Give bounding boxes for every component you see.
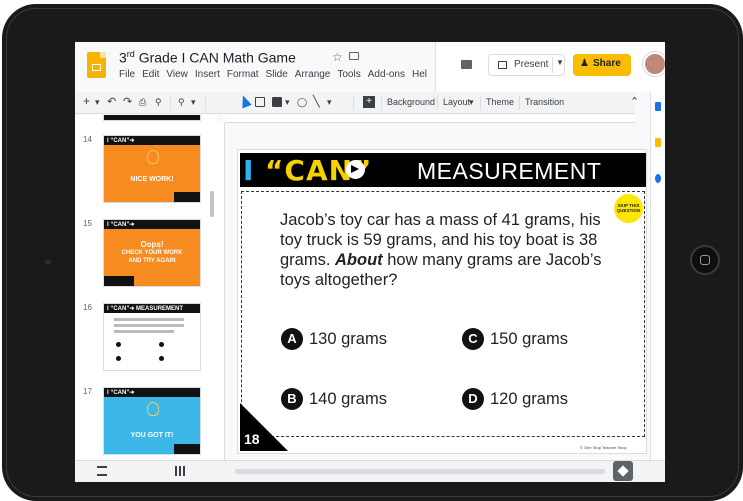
filmstrip-scrollbar[interactable] — [210, 191, 214, 217]
home-square-icon — [700, 255, 710, 265]
horizontal-ruler[interactable] — [225, 115, 635, 123]
undo-icon[interactable]: ↶ — [107, 95, 116, 108]
paint-format-icon[interactable]: ⚲ — [155, 97, 162, 108]
explore-icon[interactable] — [613, 461, 633, 481]
answer-b[interactable]: B 140 grams — [281, 388, 387, 410]
menu-insert[interactable]: Insert — [195, 69, 220, 80]
tasks-addon-icon[interactable] — [655, 174, 661, 183]
menu-help[interactable]: Hel — [412, 69, 427, 80]
text-box-icon[interactable] — [255, 97, 265, 107]
keep-addon-icon[interactable] — [655, 138, 661, 147]
front-camera — [45, 259, 51, 265]
menu-format[interactable]: Format — [227, 69, 259, 80]
google-slides-logo-icon[interactable] — [87, 52, 106, 78]
line-icon[interactable]: ╲ — [313, 95, 320, 108]
menu-view[interactable]: View — [166, 69, 188, 80]
menu-arrange[interactable]: Arrange — [295, 69, 331, 80]
document-title[interactable]: 3rd Grade I CAN Math Game — [119, 49, 296, 66]
layout-button[interactable]: Layout — [443, 97, 470, 107]
lightbulb-icon — [147, 150, 159, 164]
question-text: Jacob’s toy car has a mass of 41 grams, … — [280, 211, 602, 289]
slide-header: I “CAN” MEASUREMENT — [240, 153, 646, 187]
copyright-text: © One Stop Teacher Shop — [580, 445, 627, 450]
menu-edit[interactable]: Edit — [142, 69, 159, 80]
slide-number: 15 — [83, 219, 92, 228]
header-actions: Present ▼ ♟ Share — [435, 42, 665, 92]
current-slide[interactable]: I “CAN” MEASUREMENT SKIP THIS QUESTION Ja… — [237, 149, 647, 454]
tablet-device: 3rd Grade I CAN Math Game ☆ File Edit View… — [0, 4, 743, 501]
add-comment-icon[interactable]: + — [363, 96, 375, 108]
slide-number: 16 — [83, 303, 92, 312]
side-panel — [650, 92, 665, 460]
zoom-icon[interactable]: ⚲ — [178, 97, 185, 108]
image-dropdown-icon[interactable]: ▾ — [285, 97, 290, 108]
menu-file[interactable]: File — [119, 69, 135, 80]
new-slide-icon[interactable]: + — [83, 94, 90, 108]
answer-c[interactable]: C 150 grams — [462, 328, 568, 350]
lightbulb-icon — [147, 402, 159, 416]
present-icon — [498, 61, 507, 69]
redo-icon[interactable]: ↷ — [123, 95, 132, 108]
slide-filmstrip: 14 I “CAN”➜ NICE WORK! 15 I “CAN”➜ Oops!… — [75, 115, 217, 460]
select-cursor-icon[interactable] — [238, 93, 252, 109]
slide-thumbnail-17[interactable]: I “CAN”➜ YOU GOT IT! — [103, 387, 201, 455]
layout-dropdown-icon[interactable]: ▾ — [469, 97, 474, 108]
slide-thumbnail-14[interactable]: I “CAN”➜ NICE WORK! — [103, 135, 201, 203]
share-button[interactable]: ♟ Share — [573, 54, 631, 76]
move-to-folder-icon[interactable] — [349, 52, 359, 60]
slide-number-label: 18 — [244, 431, 260, 447]
menu-slide[interactable]: Slide — [266, 69, 288, 80]
slide-number: 17 — [83, 387, 92, 396]
image-icon[interactable] — [272, 97, 282, 107]
lock-person-icon: ♟ — [580, 58, 589, 69]
slide-number: 14 — [83, 135, 92, 144]
star-icon[interactable]: ☆ — [332, 50, 343, 64]
zoom-dropdown-icon[interactable]: ▾ — [191, 97, 196, 108]
logo-i: I — [243, 154, 254, 187]
theme-button[interactable]: Theme — [486, 97, 514, 107]
slide-thumbnail-15[interactable]: I “CAN”➜ Oops! CHECK YOUR WORK AND TRY A… — [103, 219, 201, 287]
bottom-bar — [75, 460, 665, 482]
slide-title: MEASUREMENT — [417, 158, 602, 184]
answer-d[interactable]: D 120 grams — [462, 388, 568, 410]
slide-thumbnail-13[interactable] — [103, 115, 201, 121]
print-icon[interactable]: ⎙ — [139, 97, 146, 108]
horizontal-scrollbar[interactable] — [235, 469, 605, 474]
arrow-right-icon — [346, 160, 365, 179]
slide-thumbnail-16[interactable]: I “CAN”➜ MEASUREMENT — [103, 303, 201, 371]
line-dropdown-icon[interactable]: ▾ — [327, 97, 332, 108]
avatar[interactable] — [643, 52, 665, 76]
present-button[interactable]: Present ▼ — [488, 54, 565, 76]
menu-tools[interactable]: Tools — [337, 69, 360, 80]
filmstrip-view-icon[interactable] — [175, 466, 185, 476]
grid-view-icon[interactable] — [97, 466, 107, 476]
transition-button[interactable]: Transition — [525, 97, 564, 107]
collapse-toolbar-icon[interactable]: ⌃ — [630, 95, 639, 108]
new-slide-dropdown-icon[interactable]: ▾ — [95, 97, 100, 108]
present-dropdown-icon[interactable]: ▼ — [556, 58, 564, 67]
comments-icon[interactable] — [461, 60, 472, 69]
slides-app-screen: 3rd Grade I CAN Math Game ☆ File Edit View… — [75, 42, 665, 482]
menu-bar: File Edit View Insert Format Slide Arrange Tool… — [119, 69, 434, 80]
home-button[interactable] — [690, 245, 720, 275]
menu-addons[interactable]: Add-ons — [368, 69, 405, 80]
calendar-addon-icon[interactable] — [655, 102, 661, 111]
answer-a[interactable]: A 130 grams — [281, 328, 387, 350]
vertical-ruler[interactable] — [217, 123, 225, 463]
background-button[interactable]: Background — [387, 97, 435, 107]
shape-icon[interactable]: ◯ — [297, 97, 307, 108]
toolbar: + ▾ ↶ ↷ ⎙ ⚲ ⚲ ▾ ▾ ◯ ╲ ▾ + Background Lay… — [75, 92, 635, 114]
